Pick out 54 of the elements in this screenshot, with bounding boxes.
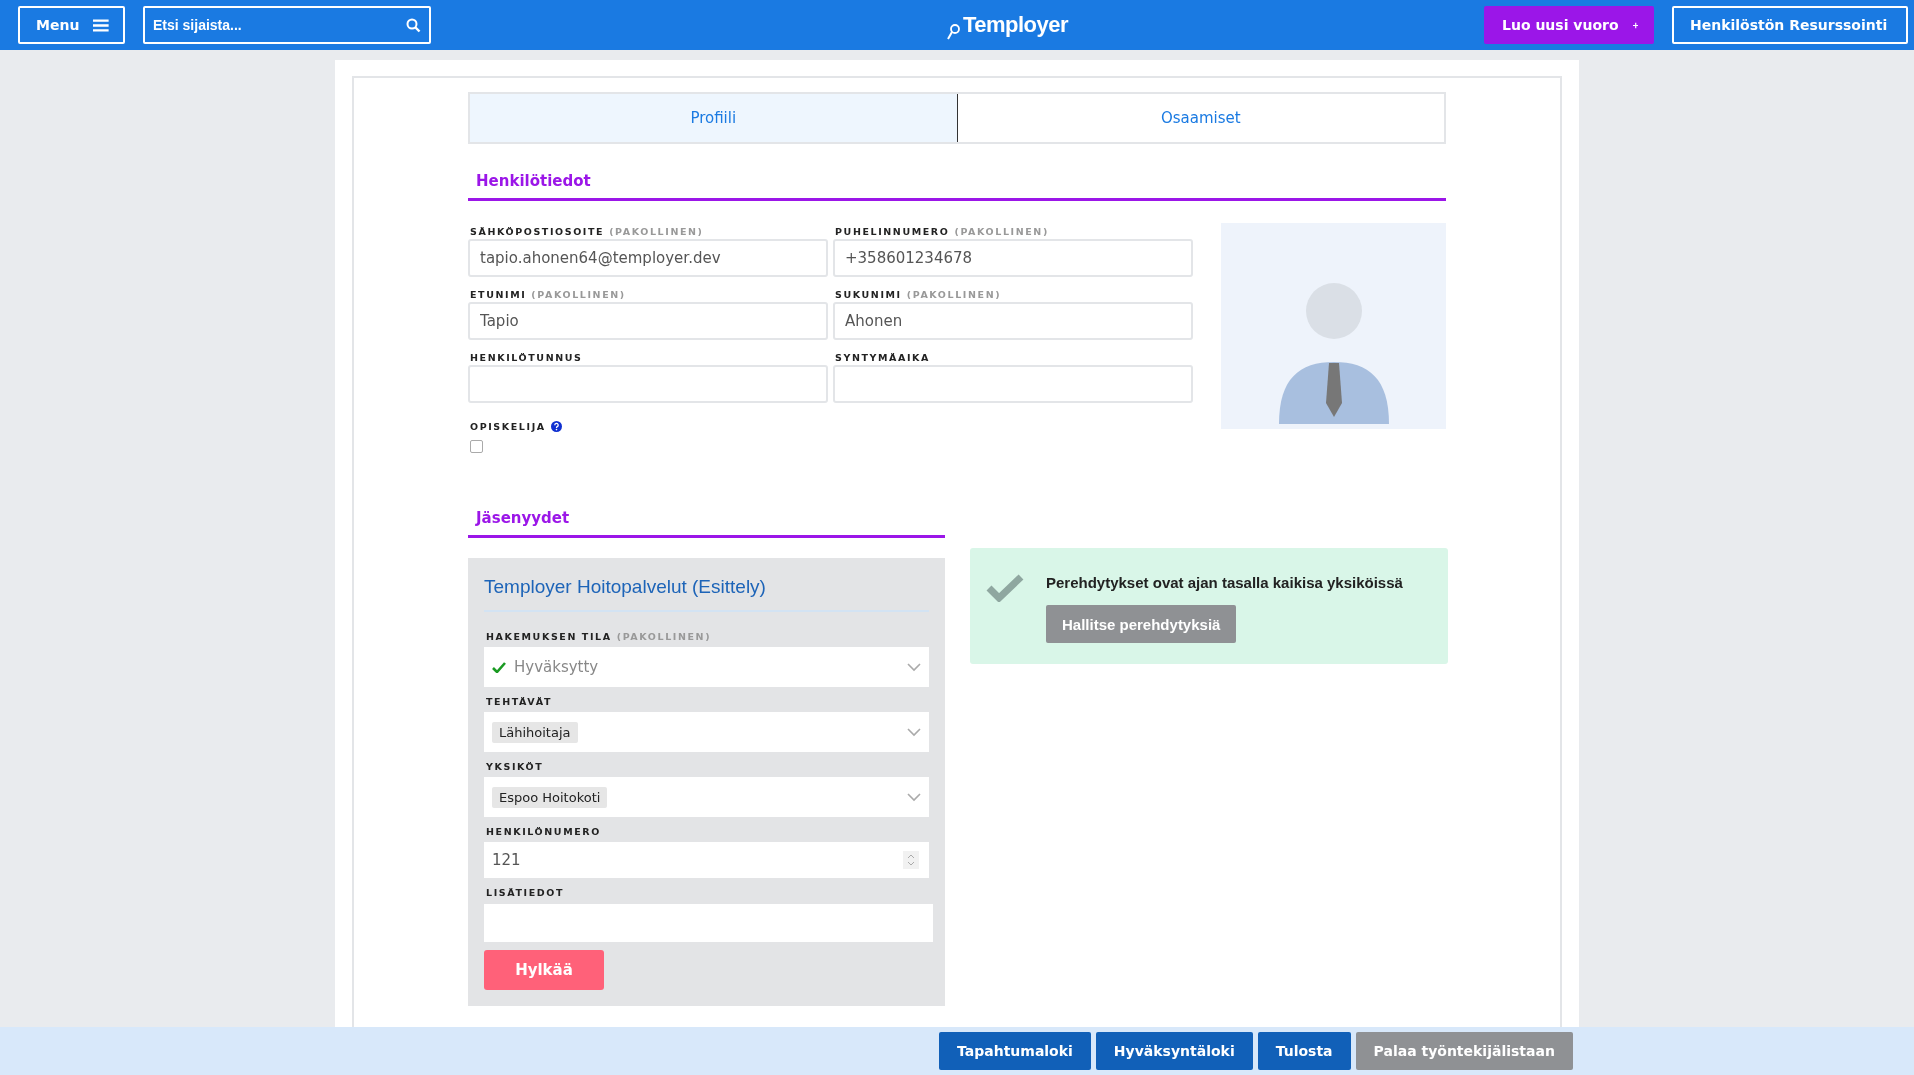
field-label: LISÄTIEDOT xyxy=(486,886,564,898)
required-note: (PAKOLLINEN) xyxy=(906,288,1002,300)
menu-button[interactable]: Menu xyxy=(18,6,125,44)
input-field[interactable]: Ahonen xyxy=(833,302,1193,340)
check-icon xyxy=(986,574,1024,602)
field-label: OPISKELIJA xyxy=(470,420,546,432)
multi-select[interactable]: Lähihoitaja xyxy=(484,712,929,752)
input-field[interactable]: tapio.ahonen64@temployer.dev xyxy=(468,239,828,277)
resourcing-button[interactable]: Henkilöstön Resurssointi xyxy=(1672,6,1908,44)
chevron-down-icon xyxy=(907,662,921,672)
notice-text: Perehdytykset ovat ajan tasalla kaikisa yksiköissä xyxy=(1046,574,1403,591)
field-label: SÄHKÖPOSTIOSOITE xyxy=(470,225,605,237)
new-shift-button[interactable]: Luo uusi vuoro xyxy=(1484,6,1654,44)
search-field[interactable]: Etsi sijaista... xyxy=(143,6,431,44)
manage-orientations-button[interactable]: Hallitse perehdytyksiä xyxy=(1046,605,1237,643)
field-label: HENKILÖTUNNUS xyxy=(470,351,583,363)
help-icon[interactable] xyxy=(550,420,562,432)
field-label: YKSIKÖT xyxy=(486,760,544,772)
status-select[interactable]: Hyväksytty xyxy=(484,647,929,687)
magnifier-icon xyxy=(946,24,961,40)
section-title: Jäsenyydet xyxy=(468,481,945,538)
field-label: TEHTÄVÄT xyxy=(486,695,552,707)
required-note: (PAKOLLINEN) xyxy=(616,630,712,642)
input-field[interactable] xyxy=(468,365,828,403)
field-label: SYNTYMÄAIKA xyxy=(835,351,931,363)
logo[interactable]: Temployer xyxy=(962,12,1069,38)
field-label: HAKEMUKSEN TILA xyxy=(486,630,612,642)
input-field[interactable] xyxy=(484,904,933,942)
chevron-down-icon xyxy=(907,727,921,737)
footer-button[interactable]: Palaa työntekijälistaan xyxy=(1355,1032,1573,1070)
required-note: (PAKOLLINEN) xyxy=(609,225,704,237)
organization-title: Temployer Hoitopalvelut (Esittely) xyxy=(484,576,929,612)
multi-select[interactable]: Espoo Hoitokoti xyxy=(484,777,929,817)
field-label: PUHELINNUMERO xyxy=(835,225,950,237)
field-label: HENKILÖNUMERO xyxy=(486,825,601,837)
tab[interactable]: Profiili xyxy=(470,94,958,142)
input-field[interactable] xyxy=(833,365,1193,403)
input-field[interactable]: +358601234678 xyxy=(833,239,1193,277)
section-title: Henkilötiedot xyxy=(468,144,1446,201)
checkbox[interactable] xyxy=(470,440,483,453)
input-field[interactable]: Tapio xyxy=(468,302,828,340)
number-field[interactable]: 121 xyxy=(484,842,929,878)
field-label: ETUNIMI xyxy=(470,288,527,300)
chevron-down-icon xyxy=(907,792,921,802)
spinner-icon[interactable] xyxy=(903,851,919,869)
required-note: (PAKOLLINEN) xyxy=(531,288,626,300)
footer-button[interactable]: Hyväksyntäloki xyxy=(1095,1032,1253,1070)
check-icon xyxy=(492,661,506,673)
footer-button[interactable]: Tulosta xyxy=(1257,1032,1351,1070)
required-note: (PAKOLLINEN) xyxy=(954,225,1049,237)
footer-button[interactable]: Tapahtumaloki xyxy=(939,1032,1091,1070)
menu-icon xyxy=(93,18,109,32)
field-label: SUKUNIMI xyxy=(835,288,902,300)
search-icon xyxy=(406,18,421,33)
